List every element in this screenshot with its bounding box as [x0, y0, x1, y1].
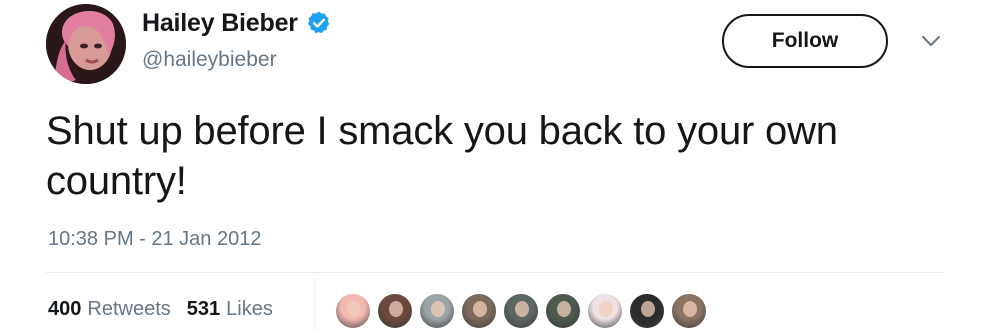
stats-separator	[314, 278, 315, 330]
avatar-face-icon	[557, 301, 571, 317]
tweet-timestamp[interactable]: 10:38 PM - 21 Jan 2012	[48, 228, 261, 251]
likes-count: 531	[186, 298, 221, 320]
retweets-stat[interactable]: 400 Retweets	[48, 298, 171, 321]
user-handle[interactable]: @haileybieber	[142, 48, 277, 72]
avatar-face-icon	[431, 301, 445, 317]
retweets-count: 400	[48, 298, 82, 320]
verified-badge-icon	[306, 10, 332, 36]
tweet-text: Shut up before I smack you back to your …	[46, 109, 838, 203]
liker-avatar-1[interactable]	[334, 292, 372, 330]
liker-avatar-9[interactable]	[670, 292, 708, 330]
avatar-face-icon	[599, 301, 613, 317]
profile-photo-icon	[46, 4, 126, 84]
retweets-label: Retweets	[87, 298, 171, 320]
display-name[interactable]: Hailey Bieber	[142, 9, 298, 38]
likes-label: Likes	[226, 298, 273, 320]
follow-button[interactable]: Follow	[722, 14, 888, 68]
liker-avatar-3[interactable]	[418, 292, 456, 330]
avatar-face-icon	[347, 301, 361, 317]
avatar-face-icon	[641, 301, 655, 317]
name-row: Hailey Bieber	[142, 8, 332, 38]
chevron-down-icon[interactable]	[918, 32, 944, 50]
tweet-card: Hailey Bieber @haileybieber Follow Shut …	[0, 0, 992, 330]
avatar-face-icon	[473, 301, 487, 317]
liker-avatar-2[interactable]	[376, 292, 414, 330]
avatar-face-icon	[683, 301, 697, 317]
liker-avatar-7[interactable]	[586, 292, 624, 330]
divider	[46, 272, 944, 273]
likes-stat[interactable]: 531 Likes	[187, 298, 273, 321]
profile-avatar[interactable]	[46, 4, 126, 84]
liker-avatar-6[interactable]	[544, 292, 582, 330]
liker-avatar-8[interactable]	[628, 292, 666, 330]
tweet-stats: 400 Retweets 531 Likes	[48, 298, 273, 321]
liker-avatar-4[interactable]	[460, 292, 498, 330]
avatar-face-icon	[515, 301, 529, 317]
liker-avatar-5[interactable]	[502, 292, 540, 330]
avatar-face-icon	[389, 301, 403, 317]
likers-avatars	[334, 292, 712, 332]
